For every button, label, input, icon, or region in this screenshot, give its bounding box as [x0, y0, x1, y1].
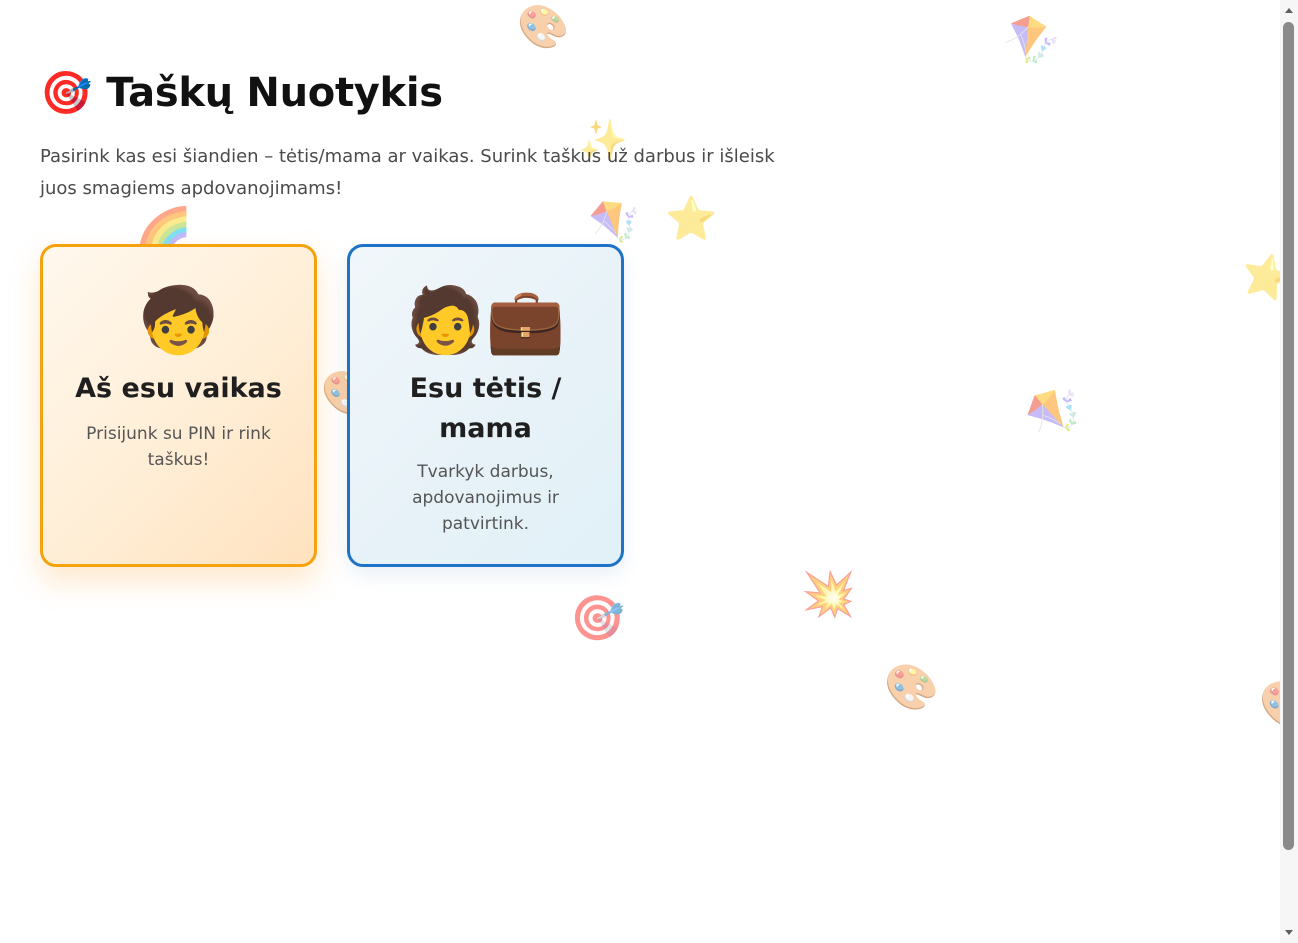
child-icon: 🧒	[138, 284, 219, 358]
kite-icon: 🪁	[1017, 373, 1094, 449]
burst-icon: 💥	[801, 569, 856, 620]
page: 🎨 🪁 ✨ 🪁 ⭐ 🌈 ⭐ 🎨 🪁 💥 🎯 🎨 🎨 🎯 Taškų Nuotyk…	[0, 0, 1280, 943]
kid-role-card[interactable]: 🧒 Aš esu vaikas Prisijunk su PIN ir rink…	[40, 244, 317, 567]
palette-icon: 🎨	[884, 662, 939, 713]
page-header: 🎯 Taškų Nuotykis	[40, 70, 443, 116]
kite-icon: 🪁	[997, 8, 1066, 75]
target-icon: 🎯	[570, 593, 625, 644]
scroll-down-arrow-icon[interactable]	[1285, 930, 1293, 935]
office-worker-icon: 🧑💼	[405, 284, 566, 358]
star-icon: ⭐	[1235, 246, 1280, 307]
vertical-scrollbar[interactable]	[1280, 0, 1298, 943]
parent-card-description: Tvarkyk darbus, apdovanojimus ir patvirt…	[412, 462, 559, 534]
scroll-up-arrow-icon[interactable]	[1285, 8, 1293, 13]
parent-card-title: Esu tėtis / mama	[409, 373, 562, 444]
scrollbar-thumb[interactable]	[1283, 22, 1294, 850]
parent-role-card[interactable]: 🧑💼 Esu tėtis / mama Tvarkyk darbus, apdo…	[347, 244, 624, 567]
target-icon: 🎯	[40, 68, 93, 117]
page-title: Taškų Nuotykis	[106, 70, 443, 116]
palette-icon: 🎨	[517, 2, 570, 51]
kid-card-title: Aš esu vaikas	[75, 373, 282, 404]
kid-card-description: Prisijunk su PIN ir rink taškus!	[86, 424, 271, 470]
palette-icon: 🎨	[1259, 683, 1280, 727]
intro-text: Pasirink kas esi šiandien – tėtis/mama a…	[40, 146, 775, 199]
